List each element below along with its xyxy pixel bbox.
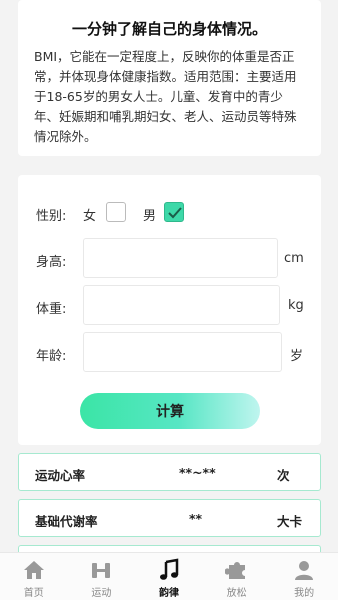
tab-label: 运动 [91,588,112,599]
age-unit: 岁 [290,349,304,364]
intro-card: 一分钟了解自己的身体情况。 BMI，它能在一定程度上，反映你的体重是否正常，并体… [18,0,321,156]
height-label: 身高: [36,255,67,270]
tab-home[interactable]: 首页 [0,553,68,600]
weight-label: 体重: [36,302,67,317]
tab-relax[interactable]: 放松 [203,553,271,600]
female-label: 女 [83,209,97,224]
result-row-heart-rate: 运动心率 **~** 次 [18,453,321,491]
home-icon [23,561,44,579]
music-note-icon [159,558,179,580]
gender-label: 性别: [36,209,67,224]
user-icon [295,561,314,580]
intro-description: BMI，它能在一定程度上，反映你的体重是否正常，并体现身体健康指数。适用范围：主… [34,49,297,144]
female-checkbox[interactable] [106,202,126,222]
age-input[interactable] [83,332,282,372]
male-label: 男 [143,209,157,224]
dumbbell-icon [92,563,111,578]
result-label: 运动心率 [35,468,86,483]
tab-label: 放松 [226,588,247,599]
result-label: 基础代谢率 [35,514,98,529]
bmi-form: 性别: 女 男 身高: cm 体重: kg 年龄: 岁 计算 [18,175,321,445]
height-unit: cm [284,251,304,266]
tab-label: 我的 [294,588,315,599]
age-label: 年龄: [36,349,67,364]
result-unit: 大卡 [277,514,303,529]
puzzle-icon [224,562,245,579]
weight-unit: kg [288,298,304,313]
tab-exercise[interactable]: 运动 [68,553,136,600]
tab-label: 韵律 [158,588,179,599]
bottom-tab-bar: 首页 运动 韵律 放松 我的 [0,552,338,600]
tab-rhythm[interactable]: 韵律 [135,553,203,600]
weight-input[interactable] [83,285,280,325]
result-value: **~** [179,465,216,480]
result-row-bmr: 基础代谢率 ** 大卡 [18,499,321,537]
tab-label: 首页 [23,588,44,599]
result-unit: 次 [277,468,290,483]
result-value: ** [189,511,203,526]
check-icon [168,207,182,219]
male-checkbox[interactable] [164,202,184,222]
tab-profile[interactable]: 我的 [270,553,338,600]
height-input[interactable] [83,238,278,278]
calculate-button[interactable]: 计算 [80,393,260,429]
intro-title: 一分钟了解自己的身体情况。 [71,20,267,38]
